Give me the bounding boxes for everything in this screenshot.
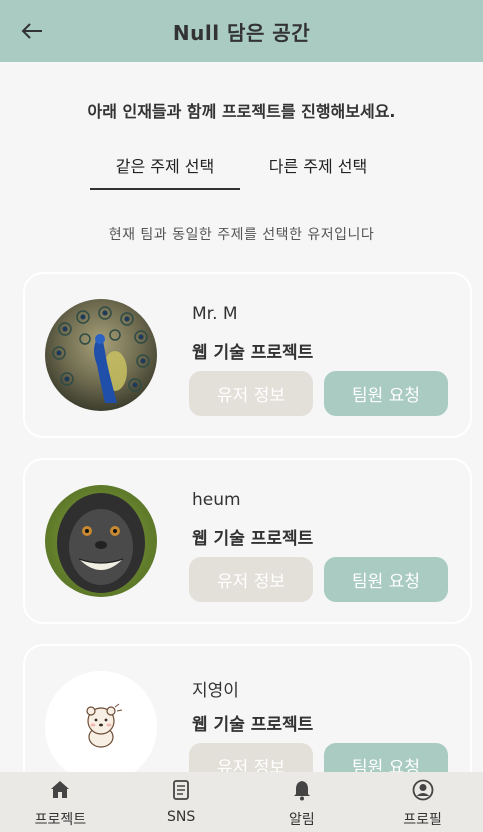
bottom-navigation: 프로젝트 SNS 알림 프로필 <box>0 772 483 832</box>
user-name: 지영이 <box>192 681 239 701</box>
intro-text: 아래 인재들과 함께 프로젝트를 진행해보세요. <box>87 102 396 121</box>
description-text: 현재 팀과 동일한 주제를 선택한 유저입니다 <box>108 227 375 243</box>
user-project: 웹 기술 프로젝트 <box>192 715 314 735</box>
tab-same-topic[interactable]: 같은 주제 선택 <box>90 150 240 190</box>
nav-label-profile: 프로필 <box>403 812 442 828</box>
home-icon <box>51 781 70 798</box>
team-request-button[interactable]: 팀원 요청 <box>324 371 448 416</box>
nav-item-alarm[interactable]: 알림 <box>242 772 363 832</box>
user-info-button[interactable]: 유저 정보 <box>189 371 313 416</box>
user-card: heum 웹 기술 프로젝트 유저 정보 팀원 요청 <box>23 458 472 624</box>
user-project: 웹 기술 프로젝트 <box>192 343 314 363</box>
team-request-button[interactable]: 팀원 요청 <box>324 557 448 602</box>
nav-label-project: 프로젝트 <box>34 812 87 828</box>
page-title: Null 담은 공간 <box>172 20 311 45</box>
nav-item-sns[interactable]: SNS <box>121 772 242 832</box>
app-header: Null 담은 공간 <box>0 0 483 62</box>
user-avatar-peacock <box>45 299 157 411</box>
user-card: Mr. M 웹 기술 프로젝트 유저 정보 팀원 요청 <box>23 272 472 438</box>
tab-other-topic[interactable]: 다른 주제 선택 <box>240 150 396 190</box>
nav-item-project[interactable]: 프로젝트 <box>0 772 121 832</box>
nav-label-sns: SNS <box>167 809 196 825</box>
document-icon <box>173 780 190 800</box>
nav-label-alarm: 알림 <box>288 812 315 828</box>
bell-icon <box>293 781 310 801</box>
user-name: Mr. M <box>192 304 238 324</box>
arrow-left-icon <box>21 23 42 39</box>
user-name: heum <box>192 490 241 510</box>
user-info-button[interactable]: 유저 정보 <box>189 557 313 602</box>
user-avatar-bear <box>45 671 157 783</box>
back-button[interactable] <box>20 17 46 45</box>
topic-tabs: 같은 주제 선택 다른 주제 선택 <box>90 150 396 190</box>
user-project: 웹 기술 프로젝트 <box>192 529 314 549</box>
user-circle-icon <box>412 779 434 801</box>
nav-item-profile[interactable]: 프로필 <box>362 772 483 832</box>
user-avatar-monkey <box>45 485 157 597</box>
